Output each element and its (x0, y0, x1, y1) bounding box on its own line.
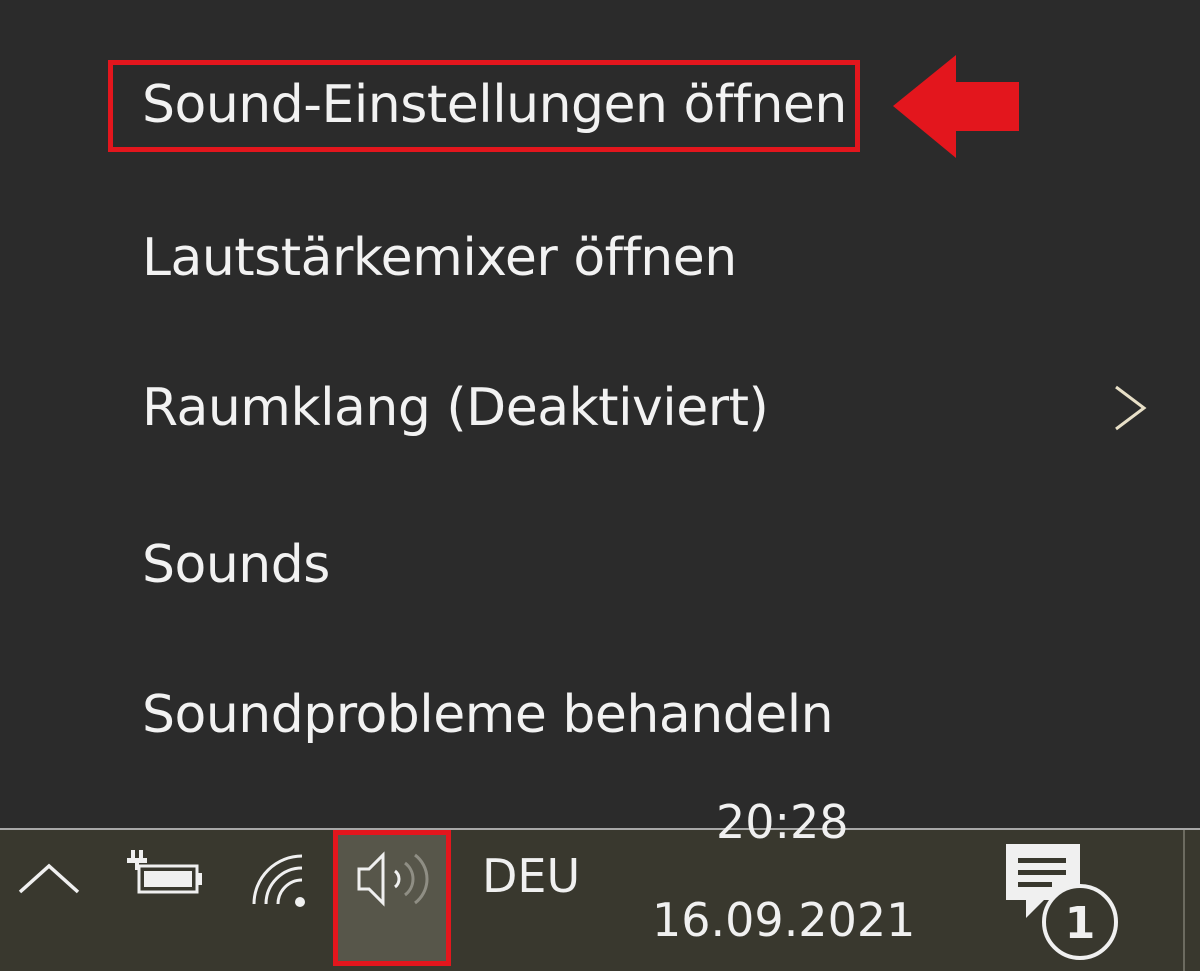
input-language-indicator[interactable]: DEU (482, 846, 580, 906)
clock-date[interactable]: 16.09.2021 (652, 890, 915, 950)
taskbar: DEU 20:28 16.09.2021 1 (0, 795, 1200, 971)
menu-item-volume-mixer[interactable]: Lautstärkemixer öffnen (0, 193, 1200, 323)
menu-item-troubleshoot-sound[interactable]: Soundprobleme behandeln (0, 650, 1200, 780)
menu-item-label: Soundprobleme behandeln (142, 685, 834, 745)
notification-icon[interactable]: 1 (1000, 838, 1126, 968)
chevron-right-icon (1115, 385, 1147, 431)
notification-count: 1 (1065, 898, 1096, 949)
menu-item-spatial-sound[interactable]: Raumklang (Deaktiviert) (0, 343, 1200, 473)
show-hidden-icons-caret[interactable] (14, 860, 84, 900)
volume-tray-button[interactable] (333, 830, 451, 966)
menu-item-sounds[interactable]: Sounds (0, 500, 1200, 630)
battery-icon[interactable] (125, 848, 205, 898)
annotation-arrow-icon (893, 55, 1019, 158)
menu-item-label: Sounds (142, 535, 330, 595)
menu-item-label: Raumklang (Deaktiviert) (142, 378, 769, 438)
volume-icon (357, 851, 429, 907)
annotation-highlight-box (108, 60, 860, 152)
screen: Sound-Einstellungen öffnen Lautstärkemix… (0, 0, 1200, 971)
sound-context-menu: Sound-Einstellungen öffnen Lautstärkemix… (0, 0, 1200, 830)
menu-item-label: Lautstärkemixer öffnen (142, 228, 737, 288)
wifi-icon[interactable] (248, 850, 312, 910)
clock-time[interactable]: 20:28 (716, 792, 849, 852)
taskbar-divider (1183, 830, 1185, 971)
